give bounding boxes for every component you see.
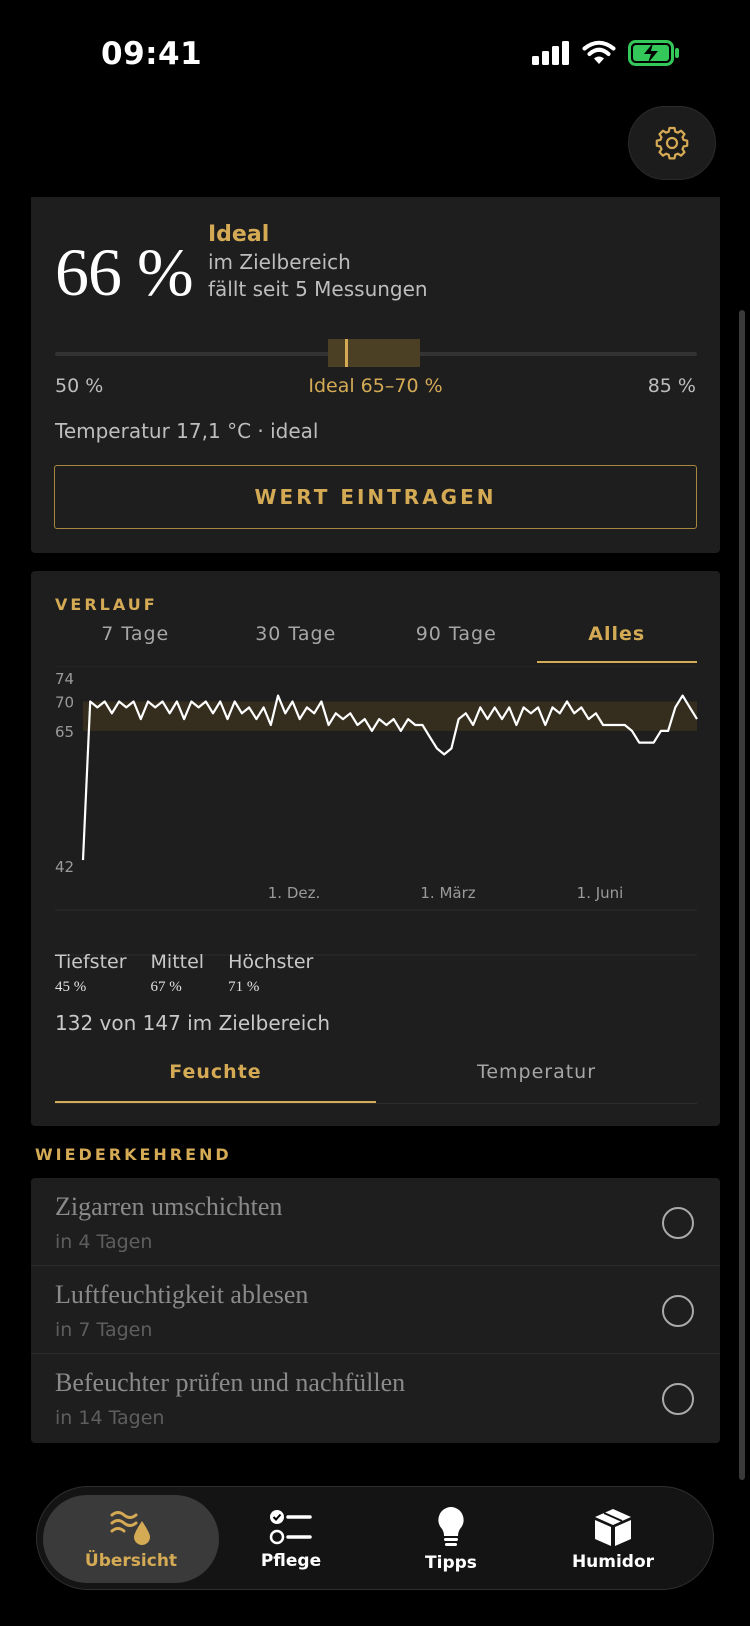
- x-tick-label: 1. Dez.: [268, 884, 321, 902]
- stat-mean-label: Mittel: [150, 951, 205, 973]
- gear-icon: [655, 126, 689, 160]
- signal-icon: [532, 41, 569, 65]
- humidity-trend-line: fällt seit 5 Messungen: [208, 277, 428, 301]
- task-due: in 7 Tagen: [55, 1319, 153, 1341]
- gauge-ideal-zone: [328, 339, 420, 367]
- y-tick-label: 42: [55, 858, 74, 876]
- humidity-icon: [110, 1511, 150, 1545]
- stat-mean: Mittel 67 %: [151, 951, 205, 996]
- history-section-label: VERLAUF: [55, 595, 158, 614]
- task-title: Befeuchter prüfen und nachfüllen: [55, 1368, 406, 1397]
- task-title: Zigarren umschichten: [55, 1192, 283, 1221]
- x-tick-label: 1. März: [420, 884, 475, 902]
- task-item[interactable]: Befeuchter prüfen und nachfüllen in 14 T…: [31, 1354, 720, 1442]
- stat-high-value: 71 %: [228, 979, 260, 995]
- gauge-ideal-label: Ideal 65–70 %: [308, 375, 443, 397]
- stat-mean-value: 67 %: [150, 979, 182, 995]
- stat-high-label: Höchster: [228, 951, 314, 973]
- stat-high: Höchster 71 %: [228, 951, 313, 996]
- humidity-status-line: im Zielbereich: [208, 250, 351, 274]
- task-item[interactable]: Luftfeuchtigkeit ablesen in 7 Tagen: [31, 1266, 720, 1354]
- temperature-line: Temperatur 17,1 °C · ideal: [55, 419, 319, 443]
- tab-90-days[interactable]: 90 Tage: [376, 621, 537, 663]
- box-icon: [595, 1509, 631, 1546]
- tab-bar: Übersicht Pflege Tipps Humidor: [36, 1486, 714, 1590]
- recurring-section-label: WIEDERKEHREND: [35, 1145, 232, 1164]
- humidity-card: 66 % Ideal im Zielbereich fällt seit 5 M…: [31, 197, 720, 553]
- task-checkbox[interactable]: [662, 1207, 694, 1239]
- gauge-needle: [345, 339, 348, 367]
- enter-value-button[interactable]: WERT EINTRAGEN: [54, 465, 697, 529]
- tab-all[interactable]: Alles: [536, 621, 697, 663]
- status-icons: [532, 40, 680, 66]
- tab-overview-label: Übersicht: [84, 1551, 178, 1571]
- recurring-task-list: Zigarren umschichten in 4 Tagen Luftfeuc…: [31, 1178, 720, 1443]
- tab-humidor[interactable]: Humidor: [525, 1495, 701, 1583]
- y-tick-label: 65: [55, 723, 74, 741]
- status-time: 09:41: [101, 36, 203, 72]
- tab-7-days[interactable]: 7 Tage: [55, 621, 216, 663]
- tab-care-label: Pflege: [260, 1551, 322, 1571]
- history-card: VERLAUF 7 Tage 30 Tage 90 Tage Alles 74 7…: [31, 571, 720, 1126]
- task-checkbox[interactable]: [662, 1383, 694, 1415]
- humidity-chart: 74 70 65 42 1. Dez. 1. März 1. Juni: [55, 666, 698, 956]
- wifi-icon: [582, 40, 616, 64]
- range-tabs: 7 Tage 30 Tage 90 Tage Alles: [55, 621, 697, 663]
- stat-low: Tiefster 45 %: [55, 951, 127, 996]
- tab-humidor-label: Humidor: [571, 1552, 655, 1572]
- gauge-max-label: 85 %: [647, 375, 696, 397]
- tab-care[interactable]: Pflege: [203, 1495, 379, 1583]
- settings-button[interactable]: [628, 106, 716, 180]
- y-tick-label: 70: [55, 694, 74, 712]
- checklist-icon: [269, 1510, 312, 1545]
- tab-temperature[interactable]: Temperatur: [376, 1058, 697, 1103]
- y-tick-label: 74: [55, 670, 74, 688]
- tab-tips[interactable]: Tipps: [363, 1495, 539, 1583]
- scrollbar[interactable]: [739, 310, 745, 1480]
- current-humidity-value: 66 %: [55, 234, 194, 310]
- task-title: Luftfeuchtigkeit ablesen: [55, 1280, 309, 1309]
- in-range-count: 132 von 147 im Zielbereich: [55, 1011, 330, 1035]
- stats-row: Tiefster 45 % Mittel 67 % Höchster 71 %: [55, 951, 313, 996]
- stat-low-value: 45 %: [55, 979, 87, 995]
- task-due: in 4 Tagen: [55, 1231, 153, 1253]
- tab-humidity[interactable]: Feuchte: [55, 1058, 376, 1103]
- humidity-status-title: Ideal: [208, 222, 270, 247]
- tab-30-days[interactable]: 30 Tage: [216, 621, 377, 663]
- tab-overview[interactable]: Übersicht: [43, 1495, 219, 1583]
- lightbulb-icon: [438, 1507, 464, 1546]
- x-tick-label: 1. Juni: [577, 884, 624, 902]
- battery-charging-icon: [628, 40, 679, 66]
- tab-tips-label: Tipps: [425, 1553, 477, 1573]
- stat-low-label: Tiefster: [55, 951, 127, 973]
- metric-tabs: Feuchte Temperatur: [55, 1058, 697, 1104]
- task-checkbox[interactable]: [662, 1295, 694, 1327]
- task-item[interactable]: Zigarren umschichten in 4 Tagen: [31, 1178, 720, 1266]
- task-due: in 14 Tagen: [55, 1407, 165, 1429]
